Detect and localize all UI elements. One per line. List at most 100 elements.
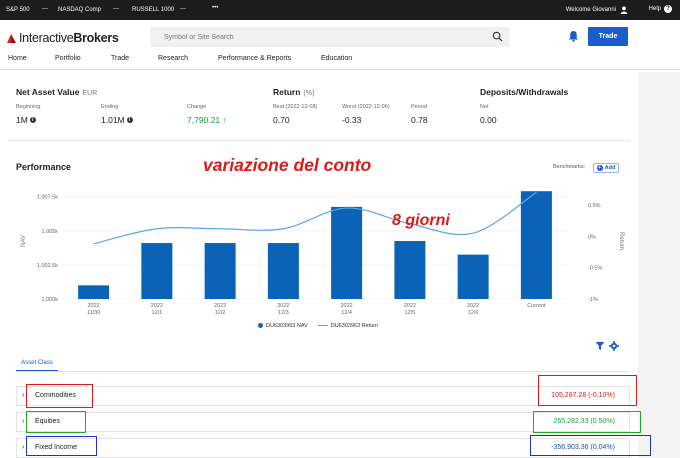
highlight-box-green	[533, 411, 641, 433]
deposits-section-title: Deposits/Withdrawals	[480, 87, 569, 97]
chevron-right-icon[interactable]: ›	[22, 418, 24, 425]
tab-asset-class[interactable]: Asset Class	[16, 357, 58, 371]
search-input[interactable]	[150, 27, 480, 47]
ticker-separator: —	[180, 6, 186, 12]
logo-text: Interactive	[19, 31, 74, 45]
side-rail	[638, 72, 680, 458]
legend-nav[interactable]: DU6303963 NAV	[258, 323, 308, 329]
legend-return-text: DU6303963 Return	[330, 323, 379, 329]
ending-value-text: 1.01M	[101, 115, 125, 125]
plus-icon: +	[596, 165, 603, 171]
nav-performance-reports[interactable]: Performance & Reports	[218, 55, 291, 62]
ticker-nasdaq[interactable]: NASDAQ Comp	[58, 7, 101, 13]
x-tick-label: 12/2	[215, 310, 226, 316]
y-tick-label: 1.002.5k	[37, 263, 58, 269]
nav-trade[interactable]: Trade	[111, 55, 129, 62]
nav-portfolio[interactable]: Portfolio	[55, 55, 81, 62]
welcome-user[interactable]: Welcome Giovanni	[566, 6, 628, 14]
info-icon[interactable]: i	[126, 117, 133, 123]
worst-value: -0.33	[342, 115, 362, 125]
chart-legend: DU6303963 NAV DU6303963 Return	[258, 323, 378, 329]
x-tick-label: 12/1	[152, 310, 163, 316]
gear-icon[interactable]	[609, 341, 619, 351]
highlight-box-green	[26, 411, 86, 433]
return-unit: (%)	[303, 90, 315, 97]
nav-title-text: Net Asset Value	[16, 87, 80, 97]
y-tick-label: 1.000k	[41, 297, 58, 303]
net-label: Net	[480, 104, 489, 110]
logo-text-bold: Brokers	[73, 31, 119, 45]
legend-nav-text: DU6303963 NAV	[266, 323, 308, 329]
ticker-separator: —	[113, 6, 119, 12]
help-label: Help	[648, 6, 661, 12]
chevron-right-icon[interactable]: ›	[22, 444, 24, 451]
nav-home[interactable]: Home	[8, 55, 27, 62]
tab-divider	[16, 371, 630, 372]
worst-label: Worst (2022-12-06)	[342, 104, 390, 110]
highlight-box-blue	[530, 435, 651, 456]
y-right-tick-label: -1%	[588, 297, 598, 303]
highlight-box-blue	[26, 436, 97, 456]
brand-logo-icon	[7, 33, 16, 43]
best-label: Best (2022-12-08)	[273, 104, 318, 110]
x-tick-label: 12/5	[405, 310, 416, 316]
x-tick-label: 2022	[88, 303, 100, 309]
x-tick-label: 12/4	[341, 310, 352, 316]
add-label: Add	[604, 165, 616, 171]
highlight-box-red	[26, 384, 93, 408]
chart-bar	[457, 254, 489, 299]
info-icon[interactable]: i	[29, 117, 36, 123]
x-tick-label: Current	[527, 303, 546, 309]
chart-bar	[520, 191, 552, 299]
nav-research[interactable]: Research	[158, 55, 188, 62]
y-right-tick-label: 0%	[588, 234, 596, 240]
x-tick-label: 2022	[341, 303, 353, 309]
y-axis-title: NAV	[21, 235, 27, 247]
ticker-sp500[interactable]: S&P 500	[6, 7, 30, 13]
bell-icon[interactable]	[568, 30, 579, 42]
ending-value: 1.01M i	[101, 115, 133, 125]
logo[interactable]: InteractiveBrokers	[6, 31, 119, 45]
return-series-line	[93, 191, 537, 245]
x-tick-label: 11/30	[87, 310, 100, 316]
filter-icon[interactable]	[595, 341, 605, 351]
y-tick-label: 1.005k	[41, 229, 58, 235]
best-value: 0.70	[273, 115, 290, 125]
x-tick-label: 2022	[467, 303, 479, 309]
ticker-more-button[interactable]: •••	[212, 5, 218, 11]
welcome-text: Welcome Giovanni	[565, 7, 616, 13]
y-right-axis-title: Return	[618, 232, 624, 250]
ticker-russell[interactable]: RUSSELL 1000	[132, 7, 174, 13]
ticker-bar: S&P 500 — NASDAQ Comp — RUSSELL 1000 — •…	[0, 0, 680, 20]
y-right-tick-label: 0.5%	[588, 203, 601, 209]
add-benchmark-button[interactable]: + Add	[593, 163, 619, 173]
help-button[interactable]: Help ?	[649, 5, 672, 13]
question-icon: ?	[664, 5, 672, 13]
main-nav: Home Portfolio Trade Research Performanc…	[0, 52, 680, 70]
ticker-separator: —	[42, 6, 48, 12]
arrow-up-icon: ↑	[222, 115, 227, 125]
nav-education[interactable]: Education	[321, 55, 352, 62]
annotation-eight-days: 8 giorni	[392, 212, 450, 229]
net-value: 0.00	[480, 115, 497, 125]
benchmarks-label: Benchmarks:	[553, 164, 586, 170]
x-tick-label: 2022	[277, 303, 289, 309]
period-value: 0.78	[411, 115, 428, 125]
search-box	[150, 27, 510, 47]
trade-button[interactable]: Trade	[588, 27, 628, 46]
change-value: 7,790.21 ↑	[187, 115, 226, 125]
divider	[8, 140, 630, 141]
nav-section-title: Net Asset Value EUR	[16, 87, 97, 97]
y-right-tick-label: -0.5%	[588, 266, 602, 272]
return-section-title: Return (%)	[273, 87, 314, 97]
chart-bar	[394, 241, 426, 299]
legend-return[interactable]: DU6303963 Return	[317, 323, 379, 329]
search-icon[interactable]	[492, 31, 503, 42]
beginning-label: Beginning	[16, 104, 41, 110]
user-icon	[620, 6, 628, 14]
beginning-value: 1M i	[16, 115, 36, 125]
chart-bar	[267, 243, 299, 299]
chevron-right-icon[interactable]: ›	[22, 392, 24, 399]
annotation-account-change: variazione del conto	[203, 155, 372, 175]
beginning-value-text: 1M	[16, 115, 28, 125]
